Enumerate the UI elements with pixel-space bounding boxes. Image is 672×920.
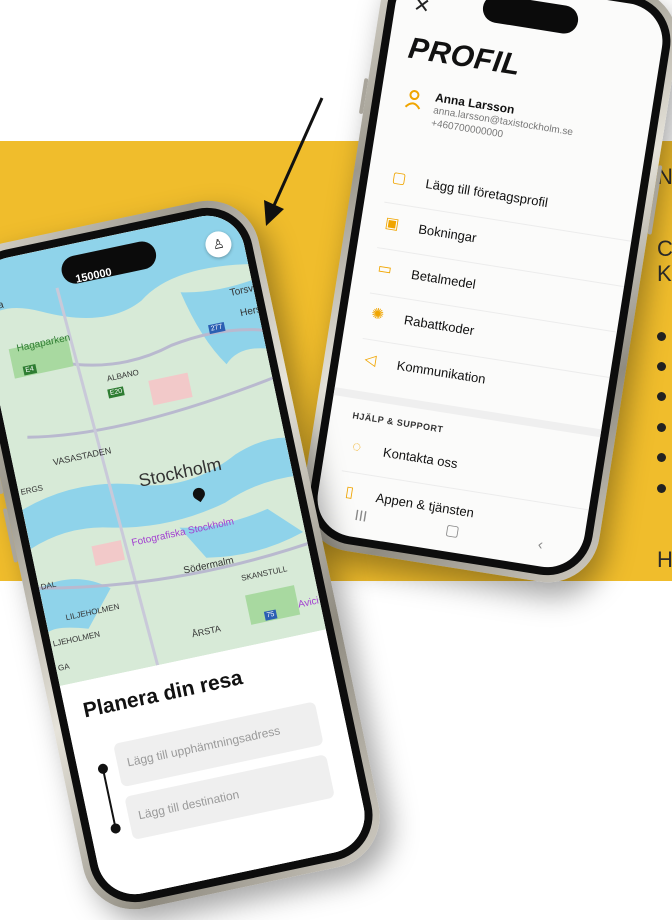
calendar-icon: ▣ <box>383 214 401 234</box>
card-icon: ▭ <box>376 259 394 279</box>
close-icon[interactable]: ✕ <box>412 0 432 19</box>
back-button[interactable]: ‹ <box>537 535 545 553</box>
menu-item-label: Bokningar <box>417 221 478 246</box>
recent-apps-button[interactable]: III <box>353 506 368 525</box>
back-button[interactable]: ‹ <box>327 852 335 870</box>
chat-icon: ◌ <box>350 437 363 456</box>
menu-item-label: Rabattkoder <box>402 312 476 339</box>
megaphone-icon: ◁ <box>363 350 378 370</box>
menu-item-label: Kommunikation <box>395 357 487 387</box>
menu-item-label: Lägg till företagsprofil <box>424 175 549 211</box>
dynamic-island <box>480 0 581 36</box>
briefcase-icon: ▢ <box>390 168 408 188</box>
page-title: PROFIL <box>406 31 523 83</box>
discount-icon: ✺ <box>370 305 386 324</box>
recent-apps-button[interactable]: III <box>145 890 161 901</box>
route-line <box>101 768 117 826</box>
menu-item-label: Betalmedel <box>410 266 477 292</box>
home-button[interactable]: ▢ <box>444 520 461 540</box>
user-icon <box>404 90 421 110</box>
menu-item-label: Kontakta oss <box>382 444 459 472</box>
route-end-dot <box>109 822 122 835</box>
user-icon: ♙ <box>211 235 226 253</box>
